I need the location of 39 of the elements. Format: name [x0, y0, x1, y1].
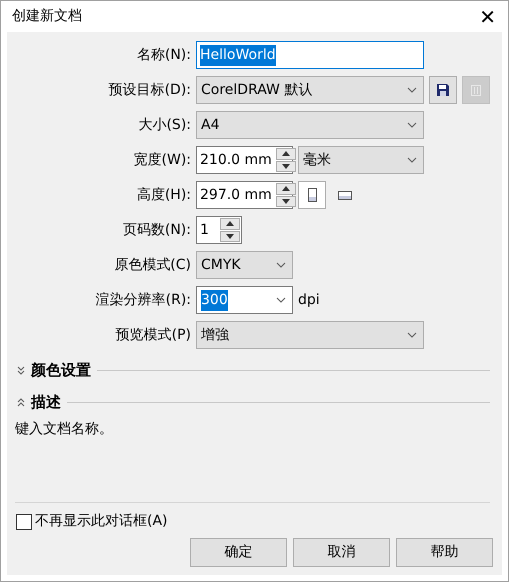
- dropdown[interactable]: A4: [196, 111, 424, 139]
- help-button[interactable]: 帮助: [396, 538, 493, 567]
- checkbox[interactable]: [16, 514, 32, 530]
- unit-select[interactable]: 毫米: [298, 146, 424, 174]
- caret-icon: [407, 332, 417, 338]
- ok-button[interactable]: 确定: [190, 538, 287, 567]
- field-label: 页码数(N):: [122, 220, 191, 240]
- caret-icon: [407, 87, 417, 93]
- portrait-button[interactable]: [298, 181, 326, 209]
- field-label: 大小(S):: [137, 116, 191, 134]
- field-label: 预设目标(D):: [108, 80, 191, 100]
- field-label: 原色模式(C): [113, 256, 191, 274]
- caret-icon: [407, 122, 417, 128]
- unit-label: dpi: [298, 290, 320, 310]
- dropdown[interactable]: 增強: [196, 321, 424, 349]
- field-label: 渲染分辨率(R):: [94, 290, 191, 310]
- cancel-button[interactable]: 取消: [293, 538, 390, 567]
- caret-icon: [407, 157, 417, 163]
- portrait-page-icon: [308, 188, 316, 202]
- caret-icon: [276, 262, 286, 268]
- close-button[interactable]: ✕: [475, 6, 500, 26]
- caret-icon: [276, 297, 286, 303]
- field-label: 高度(H):: [136, 186, 191, 204]
- field-label: 预览模式(P): [114, 326, 191, 344]
- field-label: 名称(N):: [136, 46, 191, 64]
- window-title: 创建新文档: [12, 7, 82, 26]
- name-field[interactable]: HelloWorld: [196, 41, 424, 69]
- resolution-combo[interactable]: 300: [196, 286, 293, 314]
- section-header[interactable]: 描述: [31, 390, 61, 414]
- field-label: 宽度(W):: [132, 150, 191, 170]
- section-header[interactable]: 颜色设置: [31, 358, 91, 382]
- description-text: 键入文档名称。: [14, 420, 114, 439]
- save-icon: [437, 84, 449, 96]
- preset-select[interactable]: CorelDRAW 默认: [196, 76, 424, 104]
- save-button[interactable]: [429, 76, 457, 104]
- dropdown[interactable]: CMYK: [196, 251, 293, 279]
- trash-icon: [471, 84, 481, 96]
- checkbox-label[interactable]: 不再显示此对话框(A): [35, 511, 168, 532]
- landscape-page-icon: [338, 190, 352, 200]
